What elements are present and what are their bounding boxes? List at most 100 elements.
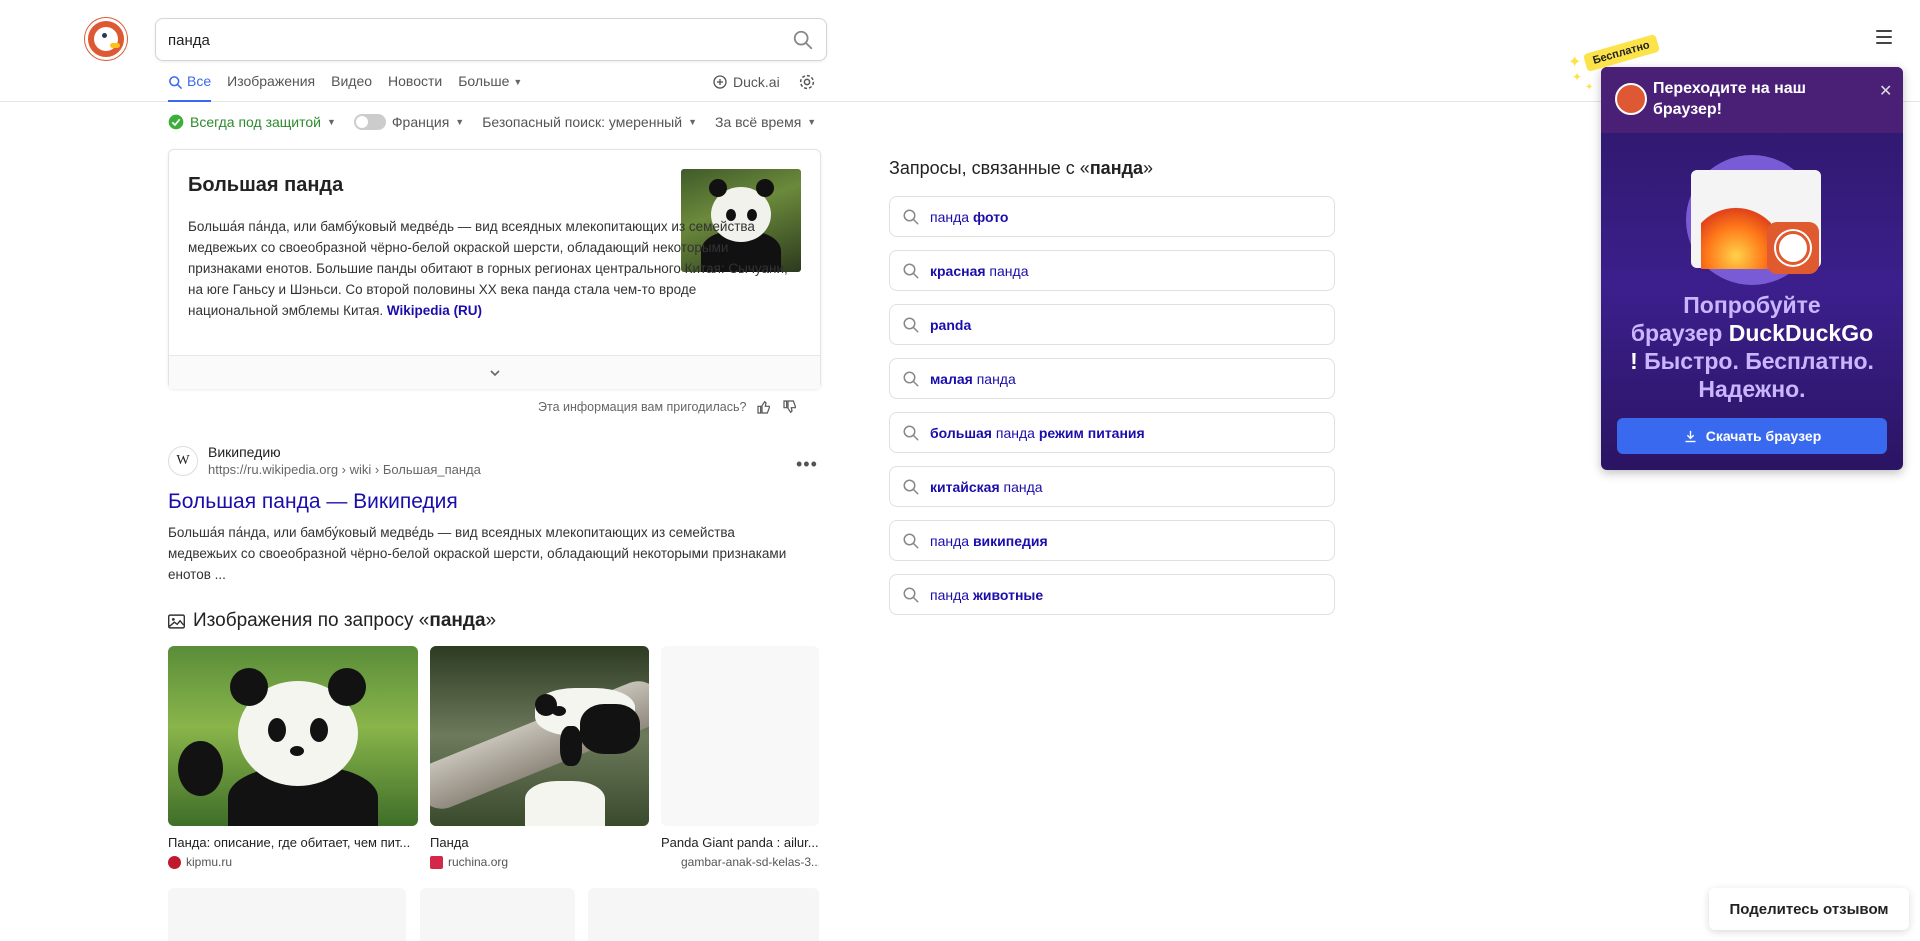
search-icon — [903, 425, 919, 440]
related-title-suffix: » — [1143, 158, 1154, 178]
tab-all[interactable]: Все — [168, 73, 212, 102]
promo-brand: DuckDuckGo — [1728, 320, 1874, 346]
image-source-2[interactable]: ruchina.org — [430, 855, 649, 869]
caret-down-icon: ▼ — [455, 117, 465, 127]
gear-icon[interactable] — [798, 73, 816, 91]
tab-news[interactable]: Новости — [388, 73, 442, 102]
promo-line3: Быстро. Бесплатно. Надежно. — [1637, 348, 1874, 402]
tab-videos[interactable]: Видео — [331, 73, 372, 102]
caret-down-icon: ▼ — [513, 77, 523, 87]
tab-images[interactable]: Изображения — [227, 73, 315, 102]
chat-plus-icon — [713, 75, 727, 89]
promo-line2: браузер — [1630, 320, 1729, 346]
related-item-7[interactable]: панда википедия — [889, 520, 1335, 561]
related-5-text: панда — [991, 424, 1039, 441]
related-title-query: панда — [1089, 158, 1144, 178]
sparkle-icon: ✦ — [1568, 54, 1582, 71]
search-icon — [169, 76, 182, 89]
related-2-text: панда — [985, 262, 1029, 279]
tab-more-label: Больше — [458, 73, 510, 89]
image-result-6[interactable] — [588, 888, 819, 941]
related-4-bold: малая — [930, 370, 973, 387]
expand-button[interactable] — [169, 355, 820, 389]
tab-more[interactable]: Больше ▼ — [458, 73, 522, 102]
search-input[interactable] — [168, 29, 768, 51]
time-label: За всё время — [714, 114, 802, 130]
image-result-5[interactable] — [420, 888, 575, 941]
more-options-icon[interactable]: ••• — [796, 454, 818, 475]
related-7-bold: википедия — [972, 532, 1048, 549]
search-icon — [903, 479, 919, 494]
wikipedia-link[interactable]: Wikipedia (RU) — [387, 303, 482, 318]
check-circle-icon — [168, 114, 184, 130]
thumbs-up-icon[interactable] — [756, 399, 772, 415]
result-title[interactable]: Большая панда — Википедия — [168, 490, 458, 514]
result-url[interactable]: https://ru.wikipedia.org › wiki › Больша… — [208, 462, 481, 477]
related-item-5[interactable]: большая панда режим питания — [889, 412, 1335, 453]
safe-search-filter[interactable]: Безопасный поиск: умеренный ▼ — [482, 114, 697, 130]
related-3-bold: panda — [930, 316, 972, 333]
related-2-bold: красная — [930, 262, 986, 279]
region-toggle[interactable] — [353, 114, 386, 130]
thumbs-down-icon[interactable] — [782, 399, 798, 415]
protection-filter[interactable]: Всегда под защитой ▼ — [168, 114, 336, 130]
image-icon — [168, 613, 185, 629]
safe-search-label: Безопасный поиск: умеренный — [482, 114, 683, 130]
tab-images-label: Изображения — [227, 73, 316, 89]
related-item-4[interactable]: малая панда — [889, 358, 1335, 399]
share-feedback-button[interactable]: Поделитесь отзывом — [1709, 888, 1909, 930]
search-icon — [903, 533, 919, 548]
ruchina-favicon — [430, 855, 443, 869]
image-source-1[interactable]: kipmu.ru — [168, 855, 418, 869]
duckai-link[interactable]: Duck.ai — [712, 74, 780, 90]
promo-exclaim: ! — [1630, 348, 1638, 374]
browser-promo: Переходите на наш браузер! ✕ Попробуйте … — [1601, 67, 1903, 470]
image-result-3[interactable] — [661, 646, 819, 826]
knowledge-title: Большая панда — [188, 174, 344, 196]
fire-icon — [1701, 203, 1771, 269]
image-result-1[interactable] — [168, 646, 418, 826]
image-result-4[interactable] — [168, 888, 406, 941]
tab-videos-label: Видео — [331, 73, 373, 89]
caret-down-icon: ▼ — [326, 117, 336, 127]
image-source-3-label: gambar-anak-sd-kelas-3... — [681, 855, 819, 869]
duckduckgo-logo — [1615, 83, 1647, 115]
chevron-down-icon — [489, 369, 500, 376]
related-item-2[interactable]: красная панда — [889, 250, 1335, 291]
search-icon — [903, 317, 919, 332]
related-title: Запросы, связанные с «панда» — [889, 158, 1153, 179]
related-1-text: панда — [930, 208, 973, 225]
feedback-question: Эта информация вам пригодилась? — [538, 400, 747, 414]
search-icon[interactable] — [792, 29, 814, 51]
close-icon[interactable]: ✕ — [1879, 81, 1892, 101]
images-heading[interactable]: Изображения по запросу «панда» — [168, 610, 496, 632]
related-item-8[interactable]: панда животные — [889, 574, 1335, 615]
image-source-3[interactable]: gambar-anak-sd-kelas-3... — [681, 855, 819, 869]
search-icon — [903, 587, 919, 602]
knowledge-text: Больша́я па́нда, или бамбу́ковый медве́д… — [188, 216, 788, 321]
download-browser-button[interactable]: Скачать браузер — [1617, 418, 1887, 454]
feedback-row: Эта информация вам пригодилась? — [538, 399, 798, 415]
related-item-6[interactable]: китайская панда — [889, 466, 1335, 507]
image-caption-3[interactable]: Panda Giant panda : ailur... — [661, 835, 819, 850]
promo-line1: Попробуйте — [1683, 292, 1821, 318]
image-caption-1[interactable]: Панда: описание, где обитает, чем пит... — [168, 835, 418, 850]
related-8-text: панда — [930, 586, 973, 603]
kipmu-favicon — [168, 855, 181, 869]
related-5-bold: большая — [930, 424, 992, 441]
search-box[interactable] — [155, 18, 827, 61]
related-item-3[interactable]: panda — [889, 304, 1335, 345]
search-icon — [903, 209, 919, 224]
region-filter[interactable]: Франция ▼ — [353, 114, 465, 130]
menu-icon[interactable] — [1876, 30, 1892, 44]
time-filter[interactable]: За всё время ▼ — [715, 114, 816, 130]
duckduckgo-logo[interactable] — [85, 18, 127, 60]
related-6-bold: китайская — [930, 478, 1000, 495]
image-caption-2[interactable]: Панда — [430, 835, 649, 850]
image-result-2[interactable] — [430, 646, 649, 826]
wikipedia-favicon: W — [168, 446, 198, 476]
promo-header-text: Переходите на наш браузер! — [1653, 80, 1806, 118]
result-snippet: Больша́я па́нда, или бамбу́ковый медве́д… — [168, 525, 787, 582]
related-item-1[interactable]: панда фото — [889, 196, 1335, 237]
image-source-2-label: ruchina.org — [448, 855, 509, 869]
